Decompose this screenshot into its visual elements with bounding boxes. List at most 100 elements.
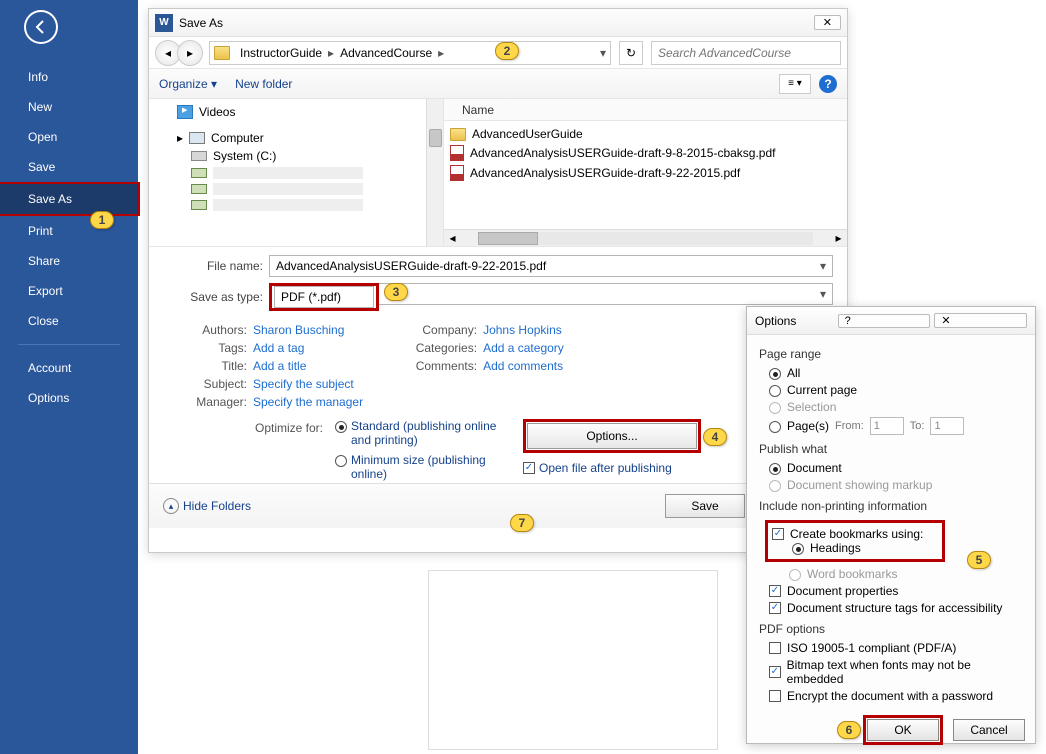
bs-options[interactable]: Options xyxy=(0,383,138,413)
range-selection-radio xyxy=(769,402,781,414)
doc-tags-checkbox[interactable] xyxy=(769,602,781,614)
categories-label: Categories: xyxy=(393,341,477,355)
annotation-1: 1 xyxy=(90,211,114,229)
pub-markup-label: Document showing markup xyxy=(787,478,932,492)
bs-close[interactable]: Close xyxy=(0,306,138,336)
create-bookmarks-checkbox[interactable] xyxy=(772,528,784,540)
manager-value[interactable]: Specify the manager xyxy=(253,395,363,409)
computer-icon xyxy=(189,132,205,144)
options-dialog: Options ? ✕ Page range All Current page … xyxy=(746,306,1036,744)
crumb-2[interactable]: AdvancedCourse xyxy=(336,46,436,60)
titlebar: W Save As ✕ xyxy=(149,9,847,37)
publish-what-group: Publish what xyxy=(759,442,1023,456)
col-name[interactable]: Name xyxy=(462,103,847,117)
hide-folders-toggle[interactable]: ▴Hide Folders xyxy=(163,498,251,514)
from-input[interactable]: 1 xyxy=(870,417,904,435)
new-folder-button[interactable]: New folder xyxy=(235,77,292,91)
range-pages-radio[interactable] xyxy=(769,421,781,433)
tree-drive-hidden-2[interactable] xyxy=(157,181,435,197)
back-button[interactable] xyxy=(24,10,58,44)
file-row[interactable]: AdvancedAnalysisUSERGuide-draft-9-8-2015… xyxy=(450,143,841,163)
range-all-label: All xyxy=(787,366,800,380)
company-value[interactable]: Johns Hopkins xyxy=(483,323,562,337)
file-row[interactable]: AdvancedUserGuide xyxy=(450,125,841,143)
encrypt-checkbox[interactable] xyxy=(769,690,781,702)
create-bookmarks-label: Create bookmarks using: xyxy=(790,527,923,541)
folder-icon xyxy=(450,128,466,141)
opt-standard-radio[interactable] xyxy=(335,421,347,433)
categories-value[interactable]: Add a category xyxy=(483,341,564,355)
view-dropdown[interactable]: ≡ ▾ xyxy=(779,74,811,94)
bm-word-radio xyxy=(789,569,801,581)
options-close-button[interactable]: ✕ xyxy=(934,313,1027,328)
save-button[interactable]: Save xyxy=(665,494,745,518)
optimize-label: Optimize for: xyxy=(163,419,323,435)
bs-print[interactable]: Print xyxy=(0,216,138,246)
video-icon xyxy=(177,105,193,119)
network-drive-icon xyxy=(191,168,207,178)
tree-drive-hidden-1[interactable] xyxy=(157,165,435,181)
opt-minimum-radio[interactable] xyxy=(335,455,347,467)
save-type-dropdown-ext[interactable] xyxy=(379,283,833,305)
bs-export[interactable]: Export xyxy=(0,276,138,306)
refresh-button[interactable]: ↻ xyxy=(619,41,643,65)
organize-menu[interactable]: Organize ▾ xyxy=(159,77,217,91)
tree-system-c[interactable]: System (C:) xyxy=(157,147,435,165)
open-after-label: Open file after publishing xyxy=(539,461,672,475)
range-current-radio[interactable] xyxy=(769,385,781,397)
bs-account[interactable]: Account xyxy=(0,353,138,383)
pub-document-radio[interactable] xyxy=(769,463,781,475)
options-title: Options xyxy=(755,314,834,328)
pdf-icon xyxy=(450,165,464,181)
bs-saveas[interactable]: Save As xyxy=(0,182,140,216)
range-all-radio[interactable] xyxy=(769,368,781,380)
options-button[interactable]: Options... xyxy=(527,423,697,449)
tree-computer[interactable]: ▸Computer xyxy=(157,129,435,147)
file-list-scrollbar[interactable]: ◂ ▸ xyxy=(444,229,847,246)
encrypt-label: Encrypt the document with a password xyxy=(787,689,993,703)
ok-button[interactable]: OK xyxy=(867,719,939,741)
filename-label: File name: xyxy=(163,259,263,273)
authors-label: Authors: xyxy=(163,323,247,337)
range-pages-label: Page(s) xyxy=(787,419,829,433)
bm-headings-radio[interactable] xyxy=(792,543,804,555)
filename-input[interactable]: AdvancedAnalysisUSERGuide-draft-9-22-201… xyxy=(269,255,833,277)
open-after-checkbox[interactable] xyxy=(523,462,535,474)
nav-forward-button[interactable]: ▸ xyxy=(177,40,203,66)
dialog-title: Save As xyxy=(179,16,814,30)
doc-props-checkbox[interactable] xyxy=(769,585,781,597)
crumb-1[interactable]: InstructorGuide xyxy=(236,46,326,60)
tags-value[interactable]: Add a tag xyxy=(253,341,304,355)
authors-value[interactable]: Sharon Busching xyxy=(253,323,344,337)
breadcrumb[interactable]: InstructorGuide AdvancedCourse ▾ xyxy=(209,41,611,65)
pub-document-label: Document xyxy=(787,461,842,475)
crumb-sep xyxy=(326,46,336,60)
to-input[interactable]: 1 xyxy=(930,417,964,435)
bs-share[interactable]: Share xyxy=(0,246,138,276)
pdf-icon xyxy=(450,145,464,161)
options-cancel-button[interactable]: Cancel xyxy=(953,719,1025,741)
doc-props-label: Document properties xyxy=(787,584,898,598)
iso-checkbox[interactable] xyxy=(769,642,781,654)
save-type-dropdown[interactable]: PDF (*.pdf) xyxy=(274,286,374,308)
tree-drive-hidden-3[interactable] xyxy=(157,197,435,213)
bs-info[interactable]: Info xyxy=(0,62,138,92)
close-button[interactable]: ✕ xyxy=(814,15,841,30)
title-value[interactable]: Add a title xyxy=(253,359,306,373)
drive-icon xyxy=(191,151,207,161)
annotation-7: 7 xyxy=(510,514,534,532)
tree-videos[interactable]: Videos xyxy=(157,103,435,121)
bs-new[interactable]: New xyxy=(0,92,138,122)
file-row[interactable]: AdvancedAnalysisUSERGuide-draft-9-22-201… xyxy=(450,163,841,183)
tree-scrollbar[interactable] xyxy=(426,99,443,246)
search-input[interactable] xyxy=(651,41,841,65)
pub-markup-radio xyxy=(769,480,781,492)
help-icon[interactable]: ? xyxy=(819,75,837,93)
bs-save[interactable]: Save xyxy=(0,152,138,182)
folder-icon xyxy=(214,46,230,60)
bitmap-checkbox[interactable] xyxy=(769,666,781,678)
subject-value[interactable]: Specify the subject xyxy=(253,377,354,391)
options-help-button[interactable]: ? xyxy=(838,314,931,328)
bs-open[interactable]: Open xyxy=(0,122,138,152)
comments-value[interactable]: Add comments xyxy=(483,359,563,373)
